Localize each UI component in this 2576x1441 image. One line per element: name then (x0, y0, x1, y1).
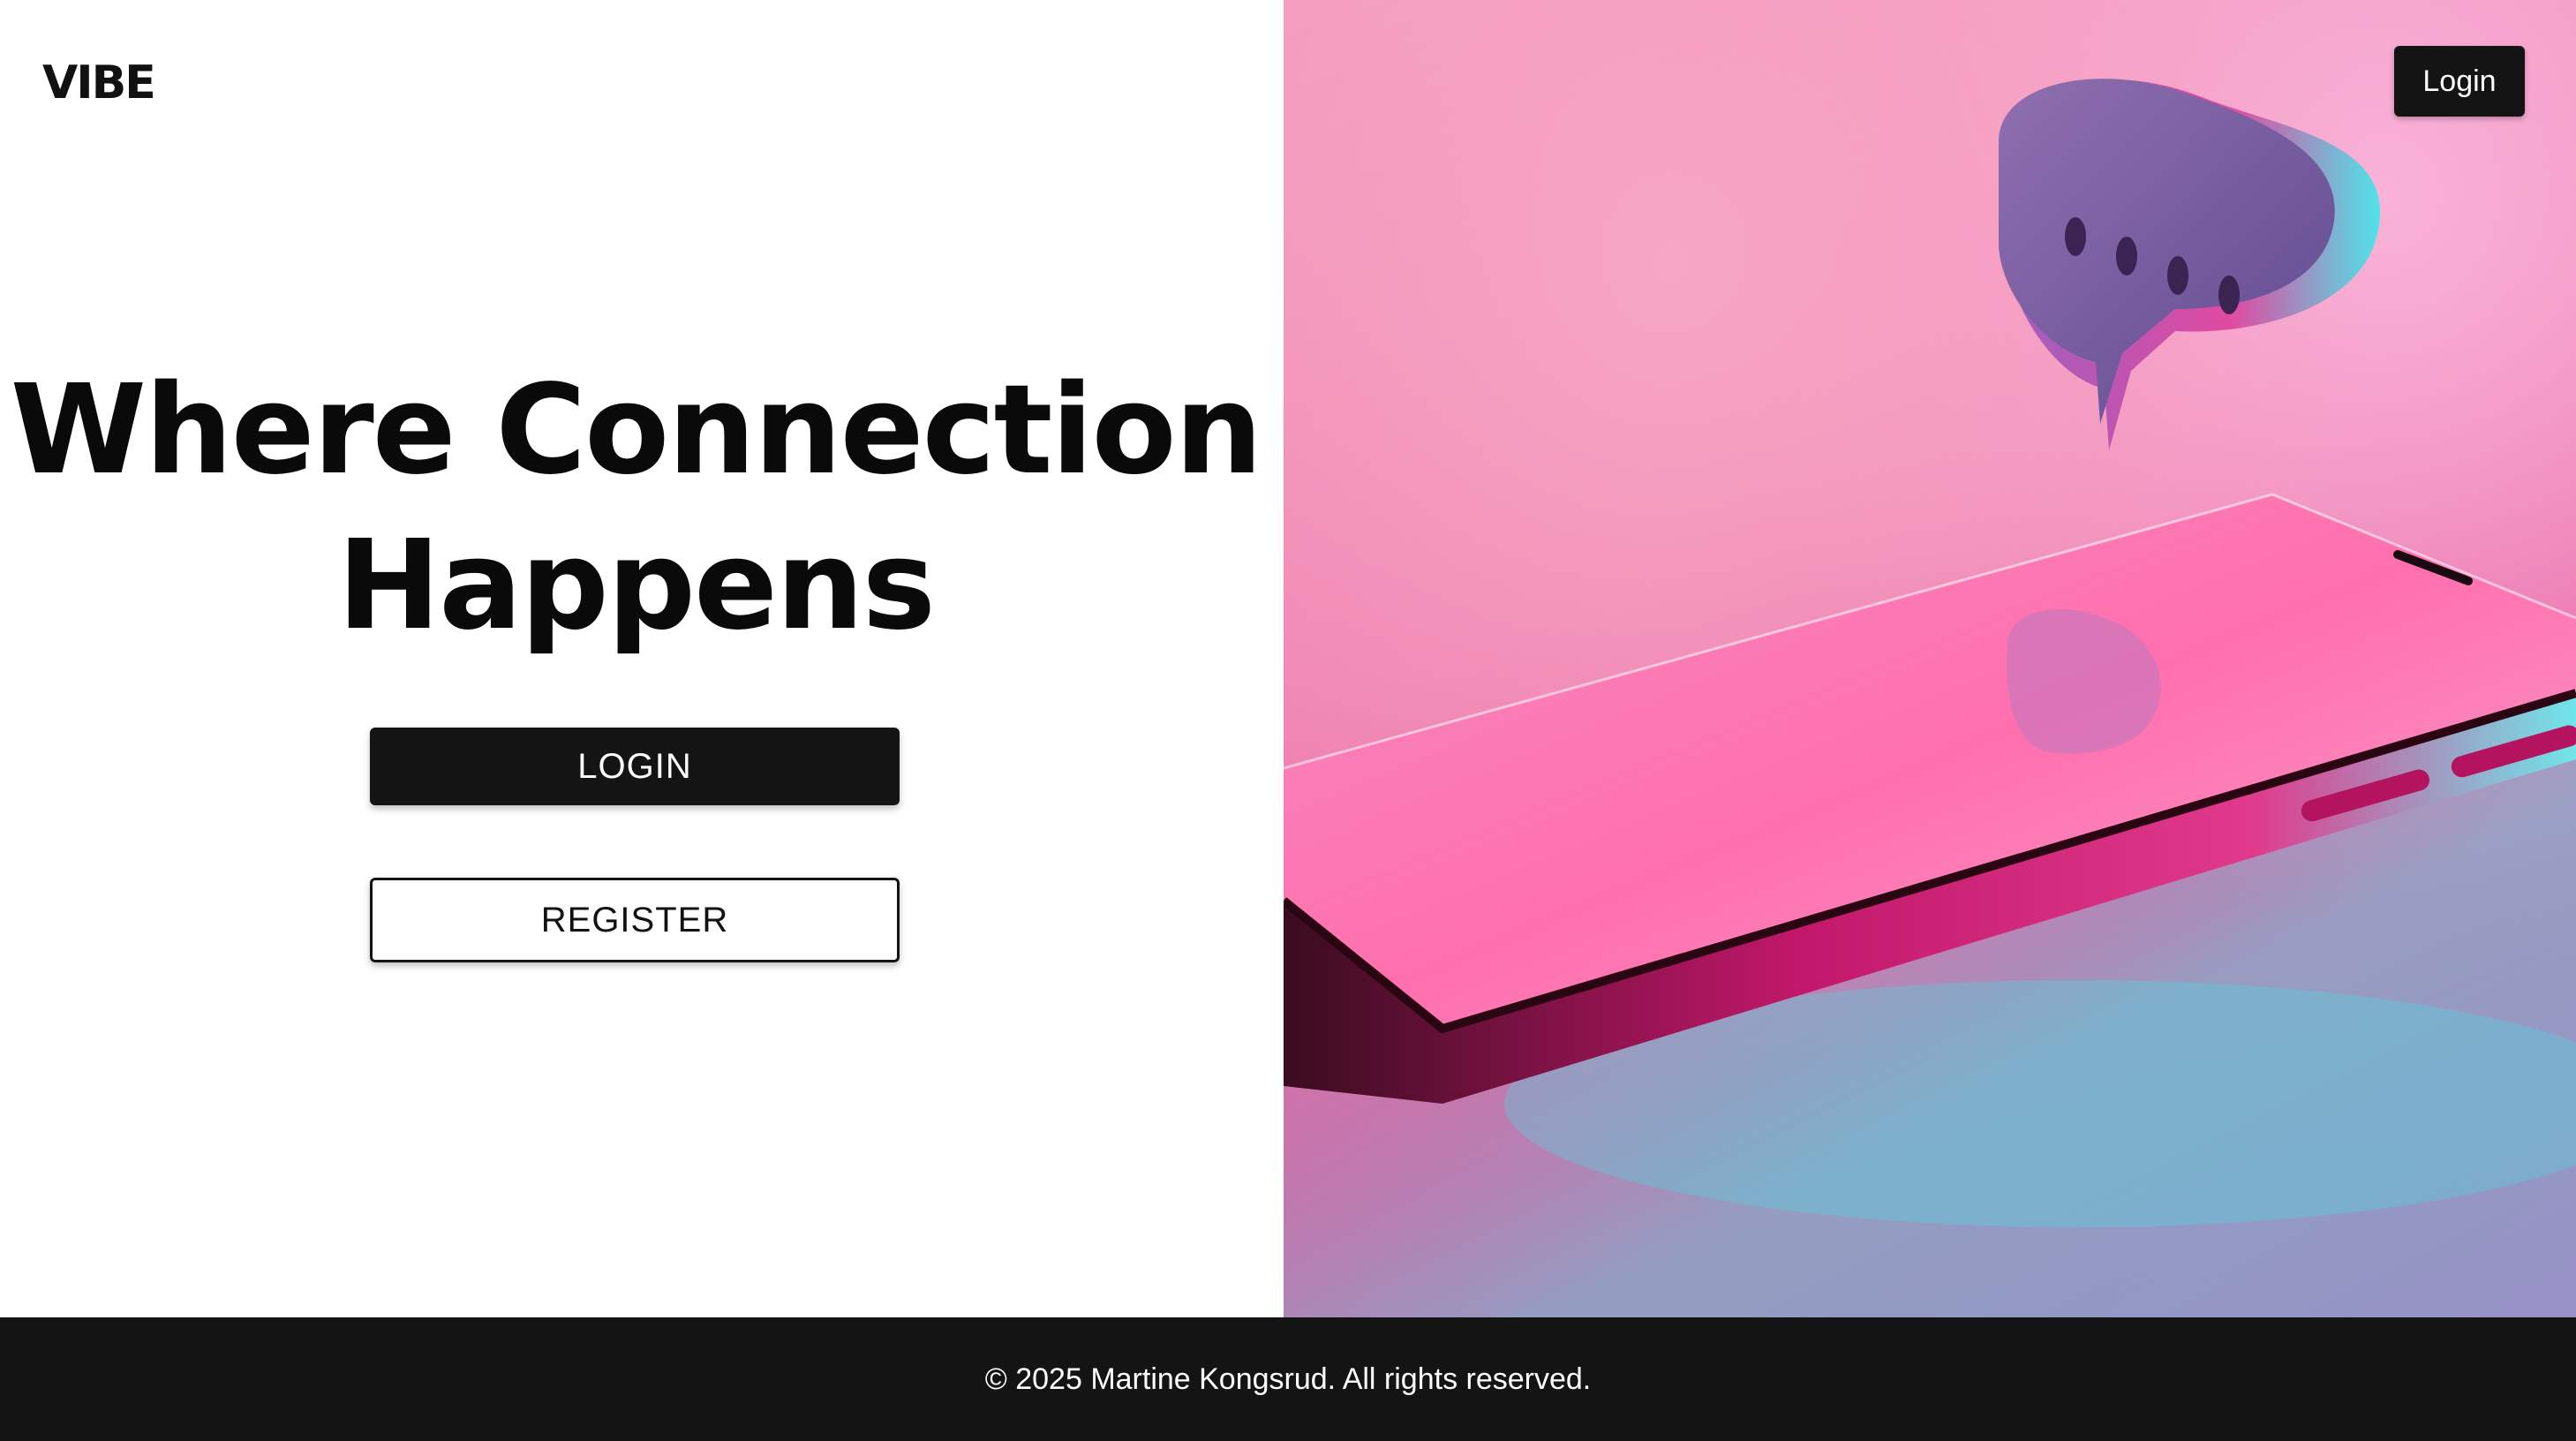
footer: © 2025 Martine Kongsrud. All rights rese… (0, 1317, 2576, 1441)
chat-bubble-icon (1999, 79, 2381, 450)
login-button[interactable]: LOGIN (370, 728, 900, 805)
register-button[interactable]: REGISTER (370, 878, 900, 962)
copyright-text: © 2025 Martine Kongsrud. All rights rese… (984, 1362, 1592, 1396)
smartphone-illustration (1284, 79, 2576, 1317)
vibe-logo[interactable]: VIBE (42, 60, 156, 106)
landing-page: VIBE Where Connection Happens LOGIN REGI… (0, 0, 2576, 1441)
hero-image-panel: Login (1284, 0, 2576, 1317)
nav-login-button[interactable]: Login (2394, 46, 2525, 117)
hero-left-panel: VIBE Where Connection Happens LOGIN REGI… (0, 0, 1284, 1317)
headline-line-2: Happens (336, 514, 936, 658)
hero-headline: Where Connection Happens (0, 353, 1271, 664)
headline-line-1: Where Connection (10, 358, 1263, 502)
